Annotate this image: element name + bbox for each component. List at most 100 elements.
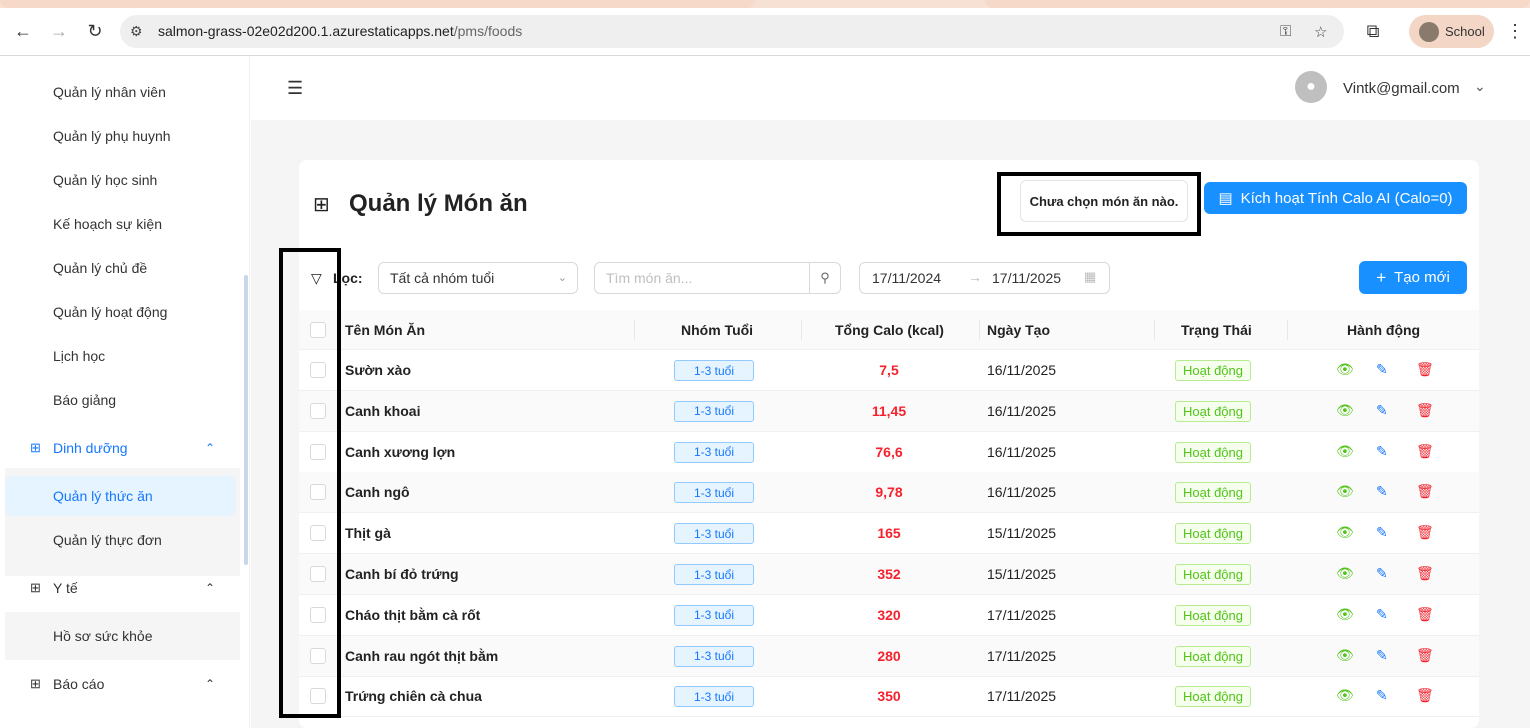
chevron-up-icon: ⌃ [205, 581, 216, 595]
table-row[interactable]: Sườn xào 1-3 tuổi 7,5 16/11/2025 Hoạt độ… [299, 350, 1479, 391]
eye-icon[interactable]: 👁 [1336, 524, 1354, 541]
delete-icon[interactable]: 🗑 [1416, 565, 1434, 582]
table-row[interactable]: Canh xương lợn 1-3 tuổi 76,6 16/11/2025 … [299, 432, 1479, 473]
eye-icon[interactable]: 👁 [1336, 606, 1354, 623]
eye-icon[interactable]: 👁 [1336, 565, 1354, 582]
table-row[interactable]: Canh ngô 1-3 tuổi 9,78 16/11/2025 Hoạt đ… [299, 472, 1479, 514]
password-key-icon[interactable]: ⚿ [1280, 23, 1291, 40]
edit-icon[interactable]: ✎ [1376, 565, 1388, 582]
sidebar-group-reports[interactable]: ⊞ Báo cáo ⌃ [0, 664, 240, 704]
search-input[interactable] [595, 263, 810, 293]
eye-icon[interactable]: 👁 [1336, 443, 1354, 460]
sidebar-item-food[interactable]: Quản lý thức ăn [5, 476, 236, 516]
sidebar-item-schedule[interactable]: Lịch học [5, 336, 236, 376]
edit-icon[interactable]: ✎ [1376, 361, 1388, 378]
eye-icon[interactable]: 👁 [1336, 687, 1354, 704]
status-badge: Hoạt động [1175, 645, 1251, 667]
age-group-tag: 1-3 tuổi [674, 645, 754, 667]
eye-icon[interactable]: 👁 [1336, 647, 1354, 664]
sidebar-group-nutrition[interactable]: ⊞ Dinh dưỡng ⌃ [0, 428, 240, 468]
edit-icon[interactable]: ✎ [1376, 443, 1388, 460]
delete-icon[interactable]: 🗑 [1416, 687, 1434, 704]
eye-icon[interactable]: 👁 [1336, 361, 1354, 378]
status-badge: Hoạt động [1175, 360, 1251, 381]
eye-icon[interactable]: 👁 [1336, 483, 1354, 500]
sidebar-item-menu[interactable]: Quản lý thực đơn [5, 520, 236, 560]
age-group-tag: 1-3 tuổi [674, 686, 754, 708]
table-row[interactable]: Cháo thịt bằm cà rốt 1-3 tuổi 320 17/11/… [299, 595, 1479, 636]
delete-icon[interactable]: 🗑 [1416, 524, 1434, 541]
delete-icon[interactable]: 🗑 [1416, 402, 1434, 419]
address-bar[interactable]: ⚙ salmon-grass-02e02d200.1.azurestaticap… [120, 15, 1344, 48]
menu-fold-icon[interactable]: ☰ [287, 78, 303, 99]
delete-icon[interactable]: 🗑 [1416, 606, 1434, 623]
calorie-value: 7,5 [879, 362, 899, 378]
table-row[interactable]: Canh bí đỏ trứng 1-3 tuổi 352 15/11/2025… [299, 554, 1479, 595]
column-name[interactable]: Tên Món Ăn [345, 322, 425, 338]
back-icon[interactable]: ← [9, 17, 37, 45]
extensions-icon[interactable]: ⧉ [1359, 17, 1387, 45]
ai-calorie-button[interactable]: ▤ Kích hoạt Tính Calo AI (Calo=0) [1204, 182, 1467, 214]
column-calories[interactable]: Tổng Calo (kcal) [835, 322, 944, 338]
site-info-icon[interactable]: ⚙ [130, 23, 143, 40]
sidebar-item-parents[interactable]: Quản lý phụ huynh [5, 116, 236, 156]
sidebar-item-events[interactable]: Kế hoạch sự kiện [5, 204, 236, 244]
edit-icon[interactable]: ✎ [1376, 687, 1388, 704]
table-row[interactable]: Canh khoai 1-3 tuổi 11,45 16/11/2025 Hoạ… [299, 390, 1479, 432]
delete-icon[interactable]: 🗑 [1416, 483, 1434, 500]
calendar-icon: ▦ [1084, 269, 1097, 284]
delete-icon[interactable]: 🗑 [1416, 361, 1434, 378]
delete-icon[interactable]: 🗑 [1416, 443, 1434, 460]
calorie-value: 165 [877, 525, 901, 542]
date-range-picker[interactable]: 17/11/2024 → 17/11/2025 ▦ [859, 262, 1110, 294]
age-group-select[interactable]: Tất cả nhóm tuổi ⌄ [378, 262, 578, 294]
tab-other[interactable] [985, 0, 1530, 8]
sidebar-item-staff[interactable]: Quản lý nhân viên [5, 72, 236, 112]
create-button[interactable]: + Tạo mới [1359, 261, 1467, 294]
bookmark-star-icon[interactable]: ☆ [1314, 23, 1327, 41]
chevron-down-icon[interactable]: ⌄ [1474, 78, 1486, 95]
delete-icon[interactable]: 🗑 [1416, 647, 1434, 664]
sidebar-item-activities[interactable]: Quản lý hoạt động [5, 292, 236, 332]
chevron-up-icon: ⌃ [205, 677, 216, 691]
forward-icon[interactable]: → [45, 17, 73, 45]
plus-icon: + [1376, 267, 1387, 287]
profile-button[interactable]: School [1409, 15, 1494, 48]
grid-icon: ⊞ [30, 440, 41, 455]
created-date: 16/11/2025 [987, 484, 1057, 501]
column-created-date[interactable]: Ngày Tạo [987, 322, 1050, 338]
edit-icon[interactable]: ✎ [1376, 402, 1388, 419]
edit-icon[interactable]: ✎ [1376, 606, 1388, 623]
age-group-tag: 1-3 tuổi [674, 441, 754, 463]
edit-icon[interactable]: ✎ [1376, 524, 1388, 541]
tab-active[interactable] [0, 0, 755, 8]
food-name: Trứng chiên cà chua [345, 688, 482, 705]
status-badge: Hoạt động [1175, 564, 1251, 585]
url-text: salmon-grass-02e02d200.1.azurestaticapps… [158, 23, 523, 39]
sidebar-item-students[interactable]: Quản lý học sinh [5, 160, 236, 200]
browser-menu-icon[interactable]: ⋮ [1501, 17, 1529, 45]
table-row[interactable]: Thịt gà 1-3 tuổi 165 15/11/2025 Hoạt độn… [299, 513, 1479, 555]
table-row[interactable]: Trứng chiên cà chua 1-3 tuổi 350 17/11/2… [299, 676, 1479, 718]
column-status[interactable]: Trạng Thái [1181, 322, 1252, 338]
date-to[interactable]: 17/11/2025 [992, 270, 1061, 286]
column-age-group[interactable]: Nhóm Tuổi [681, 322, 753, 338]
date-from[interactable]: 17/11/2024 [872, 270, 941, 286]
reload-icon[interactable]: ↻ [81, 17, 109, 45]
table-row[interactable]: Canh rau ngót thịt bằm 1-3 tuổi 280 17/1… [299, 635, 1479, 677]
sidebar-item-health-record[interactable]: Hồ sơ sức khỏe [5, 616, 236, 656]
edit-icon[interactable]: ✎ [1376, 647, 1388, 664]
search-icon[interactable]: ⚲ [809, 263, 840, 293]
sidebar-scrollbar[interactable] [244, 275, 248, 565]
calorie-value: 280 [877, 647, 901, 664]
edit-icon[interactable]: ✎ [1376, 483, 1388, 500]
eye-icon[interactable]: 👁 [1336, 402, 1354, 419]
sidebar-item-topics[interactable]: Quản lý chủ đề [5, 248, 236, 288]
age-group-tag: 1-3 tuổi [674, 523, 754, 545]
user-email[interactable]: Vintk@gmail.com [1343, 80, 1460, 97]
sidebar-item-lesson-report[interactable]: Báo giảng [5, 380, 236, 420]
user-avatar[interactable]: ● [1295, 71, 1327, 103]
food-name: Canh bí đỏ trứng [345, 566, 459, 582]
status-badge: Hoạt động [1175, 482, 1251, 504]
sidebar-group-health[interactable]: ⊞ Y tế ⌃ [0, 568, 240, 608]
